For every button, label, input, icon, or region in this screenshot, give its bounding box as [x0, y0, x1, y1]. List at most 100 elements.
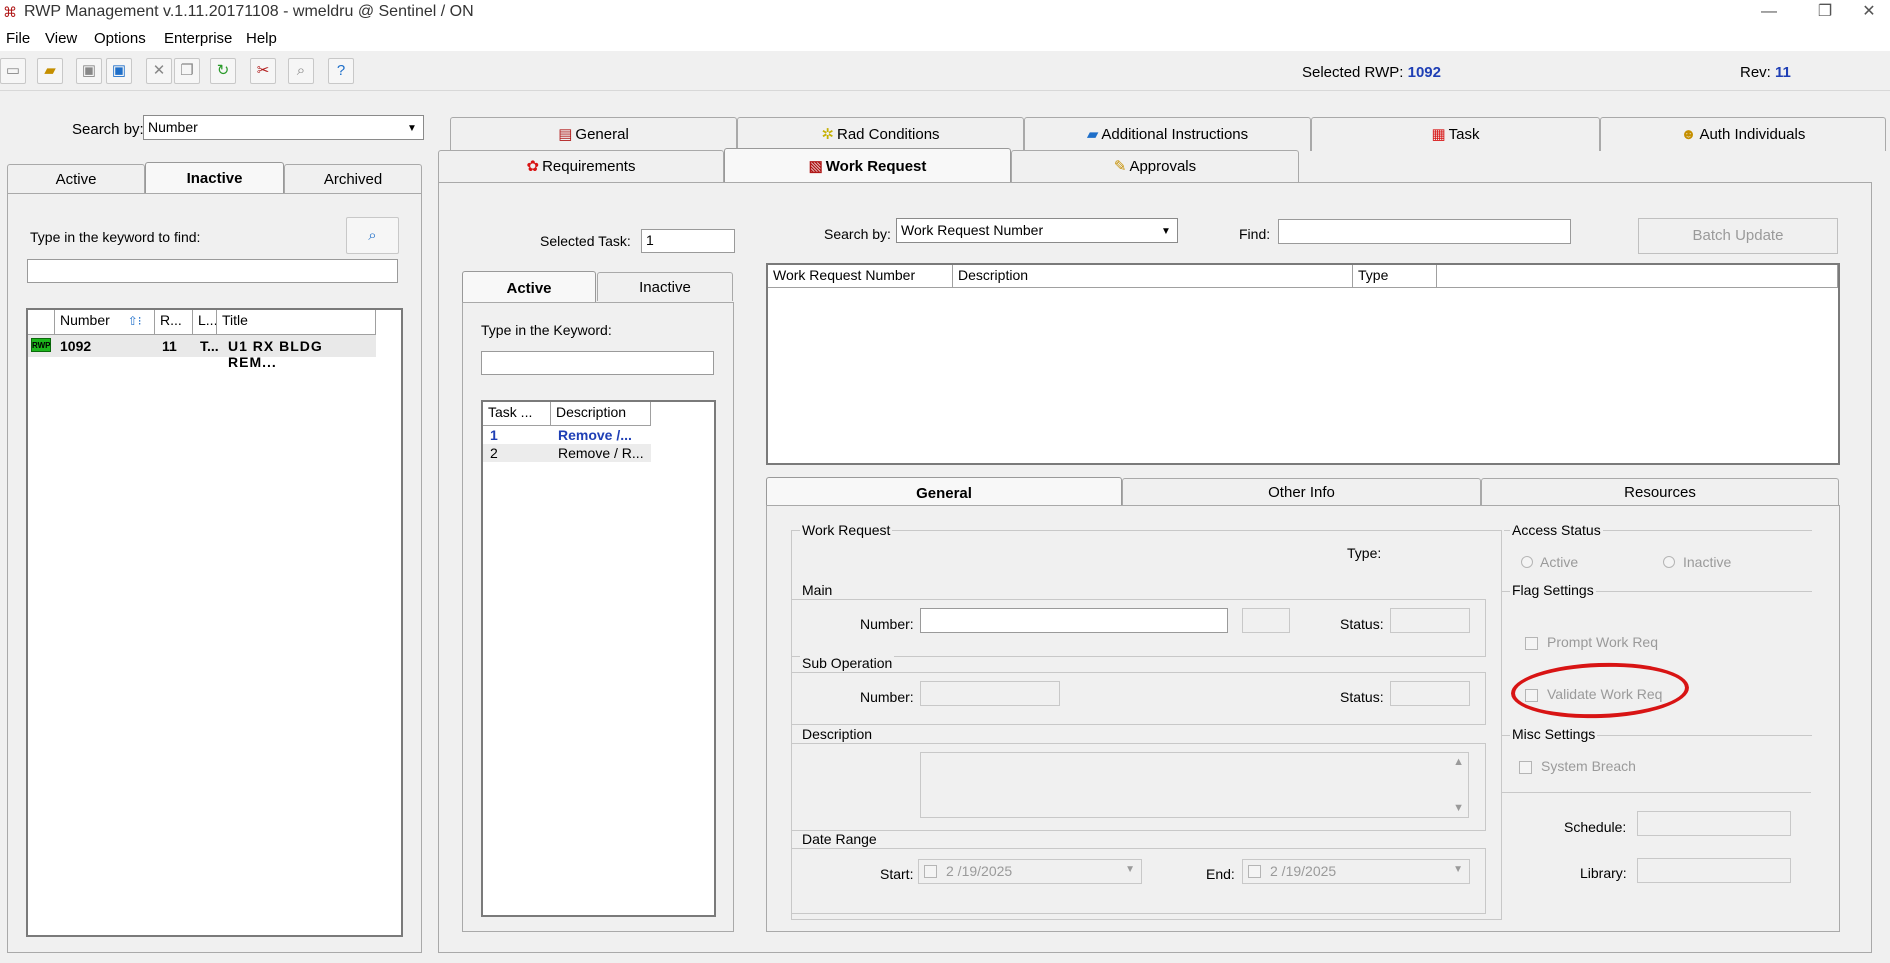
tab-task-inactive[interactable]: Inactive: [597, 272, 733, 301]
refresh-icon[interactable]: ↻: [210, 58, 236, 84]
menu-options[interactable]: Options: [94, 30, 146, 47]
batch-update-button[interactable]: Batch Update: [1638, 218, 1838, 254]
selected-task-input[interactable]: 1: [641, 229, 735, 253]
grid-header-title[interactable]: Title: [217, 310, 376, 335]
wr-header-description[interactable]: Description: [953, 265, 1353, 288]
description-textarea: ▲ ▼: [920, 752, 1469, 818]
tab-detail-other-info-label: Other Info: [1268, 484, 1335, 501]
batch-update-label: Batch Update: [1692, 227, 1784, 244]
work-request-group-label: Work Request: [800, 522, 893, 538]
flag-group-bottom: [1501, 792, 1811, 793]
save-all-icon[interactable]: ▣: [106, 58, 132, 84]
number-suffix-input: [1242, 608, 1290, 633]
keyword-label: Type in the keyword to find:: [30, 229, 201, 245]
tab-general[interactable]: ▤ General: [450, 117, 737, 151]
minimize-icon[interactable]: —: [1746, 0, 1792, 26]
wr-header-number[interactable]: Work Request Number: [768, 265, 953, 288]
tab-task[interactable]: ▦ Task: [1311, 117, 1600, 151]
tools-icon[interactable]: ✂: [250, 58, 276, 84]
end-date-picker: 2 /19/2025 ▼: [1242, 859, 1470, 884]
tab-detail-other-info[interactable]: Other Info: [1122, 478, 1481, 506]
tab-task-active[interactable]: Active: [462, 271, 596, 304]
main-group-label: Main: [800, 582, 835, 598]
new-icon[interactable]: ▭: [0, 58, 26, 84]
tab-work-request[interactable]: ▧ Work Request: [724, 148, 1011, 184]
grid-header-l[interactable]: L...: [193, 310, 217, 335]
task-keyword-input[interactable]: [481, 351, 714, 375]
menu-view[interactable]: View: [45, 30, 77, 47]
end-date-value: 2 /19/2025: [1270, 863, 1337, 879]
scroll-down-icon[interactable]: ▼: [1453, 802, 1464, 814]
selected-rwp-label: Selected RWP:: [1302, 64, 1404, 81]
close-icon[interactable]: ✕: [1846, 0, 1890, 26]
row-rev: 11: [162, 338, 177, 354]
menu-help[interactable]: Help: [246, 30, 277, 47]
wr-search-by-label: Search by:: [824, 226, 891, 242]
tab-requirements-label: Requirements: [542, 158, 636, 175]
save-icon[interactable]: ▣: [76, 58, 102, 84]
end-label: End:: [1206, 866, 1235, 882]
status-input: [1390, 608, 1470, 633]
tab-rad-conditions[interactable]: ✲ Rad Conditions: [737, 117, 1024, 151]
chevron-down-icon[interactable]: ▼: [403, 119, 421, 139]
chevron-down-icon[interactable]: ▼: [1157, 222, 1175, 242]
tab-left-inactive-label: Inactive: [186, 170, 243, 187]
sort-ascending-icon: ⇧⁝: [127, 314, 142, 328]
table-row[interactable]: RWP 1092 11 T... U1 RX BLDG REM...: [28, 335, 376, 370]
selected-task-value: 1: [646, 232, 654, 248]
delete-icon[interactable]: ✕: [146, 58, 172, 84]
find-input[interactable]: [1278, 219, 1571, 244]
open-folder-icon[interactable]: ▰: [37, 58, 63, 84]
chevron-down-icon: ▼: [1453, 864, 1463, 875]
list-item[interactable]: 2 Remove / R...: [483, 444, 651, 462]
tab-approvals[interactable]: ✎ Approvals: [1011, 150, 1299, 182]
access-inactive-radio: [1663, 556, 1675, 568]
tab-task-active-label: Active: [506, 280, 552, 297]
search-by-select[interactable]: Number ▼: [143, 115, 424, 140]
tab-requirements[interactable]: ✿ Requirements: [438, 150, 724, 182]
wr-search-by-select[interactable]: Work Request Number ▼: [896, 218, 1178, 243]
restore-icon[interactable]: ❐: [1802, 0, 1848, 26]
find-icon[interactable]: ⌕: [346, 217, 399, 254]
help-icon[interactable]: ?: [328, 58, 354, 84]
title-bar: ⌘ RWP Management v.1.11.20171108 - wmeld…: [0, 0, 1890, 26]
system-breach-checkbox: [1519, 761, 1532, 774]
task-header-desc[interactable]: Description: [551, 402, 651, 426]
tab-left-active[interactable]: Active: [7, 164, 145, 194]
task-header-num[interactable]: Task ...: [483, 402, 551, 426]
wr-header-blank: [1437, 265, 1838, 288]
keyword-input[interactable]: [27, 259, 398, 283]
search-icon[interactable]: ⌕: [288, 58, 314, 84]
rev-label: Rev:: [1740, 64, 1771, 81]
menu-file[interactable]: File: [6, 30, 30, 47]
wr-header-type[interactable]: Type: [1353, 265, 1437, 288]
task-header-num-label: Task ...: [488, 404, 533, 420]
start-date-value: 2 /19/2025: [946, 863, 1013, 879]
people-icon: ☻: [1680, 126, 1697, 143]
start-label: Start:: [880, 866, 914, 882]
tab-additional-instructions[interactable]: ▰ Additional Instructions: [1024, 117, 1311, 151]
copy-icon[interactable]: ❐: [174, 58, 200, 84]
grid-header-number[interactable]: Number ⇧⁝: [55, 310, 155, 335]
schedule-input: [1637, 811, 1791, 836]
tab-auth-individuals[interactable]: ☻ Auth Individuals: [1600, 117, 1886, 151]
wr-header-number-label: Work Request Number: [773, 267, 916, 283]
tab-detail-resources[interactable]: Resources: [1481, 478, 1839, 506]
scroll-up-icon[interactable]: ▲: [1453, 756, 1464, 768]
tab-detail-general-label: General: [916, 485, 972, 502]
misc-settings-group-label: Misc Settings: [1510, 726, 1598, 742]
tab-auth-individuals-label: Auth Individuals: [1699, 126, 1806, 143]
tab-left-inactive[interactable]: Inactive: [145, 162, 284, 196]
task-header-desc-label: Description: [556, 404, 627, 420]
grid-header-number-label: Number: [60, 312, 110, 328]
list-item[interactable]: 1 Remove /...: [483, 426, 651, 444]
prompt-work-req-checkbox: [1525, 637, 1538, 650]
access-status-group-label: Access Status: [1510, 522, 1603, 538]
prompt-work-req-label: Prompt Work Req: [1547, 634, 1658, 650]
number-input[interactable]: [920, 608, 1228, 633]
grid-header-rev[interactable]: R...: [155, 310, 193, 335]
chevron-down-icon: ▼: [1125, 864, 1135, 875]
sub-number-input: [920, 681, 1060, 706]
tab-left-archived[interactable]: Archived: [284, 164, 422, 194]
menu-enterprise[interactable]: Enterprise: [164, 30, 232, 47]
